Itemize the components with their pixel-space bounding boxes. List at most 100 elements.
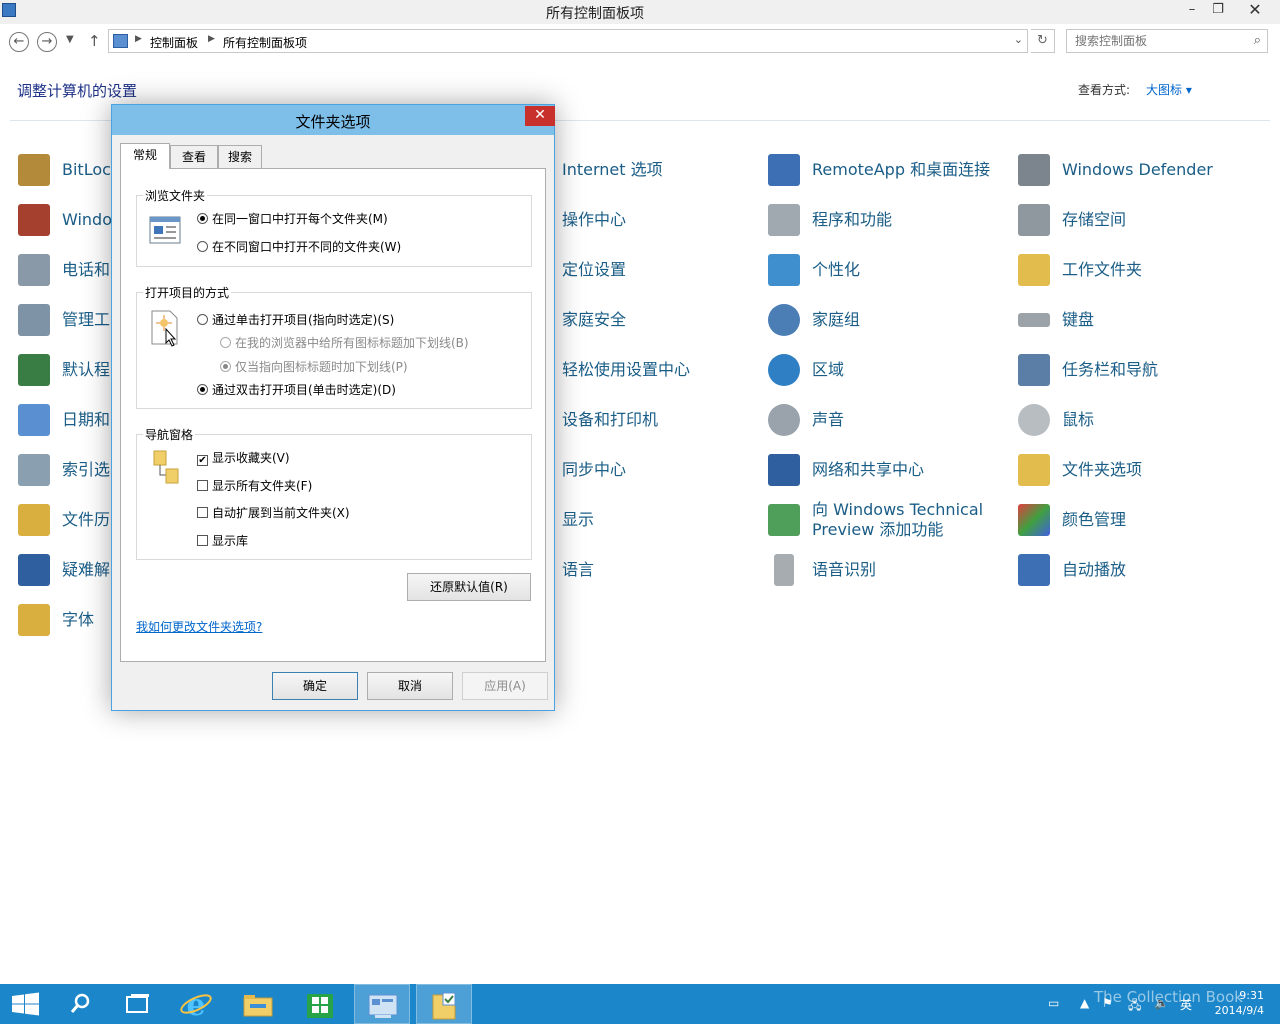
breadcrumb-all-items[interactable]: 所有控制面板项 [223,34,307,51]
ie-icon: e [180,988,212,1023]
auto-expand-checkbox[interactable]: 自动扩展到当前文件夹(X) [197,504,350,521]
close-button[interactable]: ✕ [1232,0,1278,22]
network-icon [768,454,800,486]
view-by-dropdown[interactable]: 大图标 ▾ [1146,81,1192,98]
apply-button[interactable]: 应用(A) [462,672,548,700]
mouse-icon [1018,404,1050,436]
show-all-folders-checkbox[interactable]: 显示所有文件夹(F) [197,477,312,494]
show-favorites-checkbox[interactable]: ✔ 显示收藏夹(V) [197,449,290,466]
up-button[interactable]: ↑ [88,32,101,50]
windows-logo-icon [12,992,39,1016]
default-programs-icon [18,354,50,386]
minimize-button[interactable]: – [1180,0,1204,22]
keyboard-icon [1018,313,1050,327]
open-new-window-radio[interactable]: 在不同窗口中打开不同的文件夹(W) [197,238,401,255]
dialog-title: 文件夹选项 [295,113,371,131]
tab-view[interactable]: 查看 [170,145,218,169]
single-click-radio[interactable]: 通过单击打开项目(指向时选定)(S) [197,311,394,328]
chevron-down-icon[interactable]: ⌄ [1014,33,1023,46]
control-panel-icon [113,34,128,48]
click-items-title: 打开项目的方式 [143,284,232,301]
breadcrumb-control-panel[interactable]: 控制面板 [150,34,198,51]
control-panel-icon [368,994,398,1018]
tab-general[interactable]: 常规 [120,143,170,169]
svg-text:e: e [186,988,205,1023]
calendar-icon [18,404,50,436]
forward-button[interactable]: → [37,32,57,52]
admin-tools-icon [18,304,50,336]
window-icon [149,216,181,244]
taskbar: e ▭ ▲ ⚑ 🖧 🔈 英 9:31 2014/9/4 The Collecti… [0,984,1280,1024]
indexing-icon [18,454,50,486]
browse-folders-group: 浏览文件夹 在同一窗口中打开每个文件夹(M) 在不同窗口中打开不同的文件夹(W) [136,187,532,267]
chevron-right-icon[interactable]: ▶ [135,34,142,44]
show-libraries-checkbox[interactable]: 显示库 [197,532,248,549]
browse-folders-title: 浏览文件夹 [143,187,208,204]
search-taskbar-button[interactable] [52,984,108,1024]
remoteapp-icon [768,154,800,186]
click-cursor-icon [151,310,178,347]
refresh-button[interactable]: ↻ [1031,29,1055,53]
click-items-group: 打开项目的方式 通过单击打开项目(指向时选定)(S) 在我的浏览器中给所有图标标… [136,284,532,409]
homegroup-icon [768,304,800,336]
task-view-icon [126,994,149,1013]
color-management-icon [1018,504,1050,536]
folder-options-dialog: 文件夹选项 ✕ 常规 查看 搜索 浏览文件夹 在同一窗口中打开每个文件夹(M) … [111,104,555,711]
recent-locations-dropdown[interactable]: ▼ [66,34,74,45]
search-icon[interactable]: ⌕ [1254,33,1261,48]
action-center-icon[interactable]: ▭ [1048,996,1059,1010]
cancel-button[interactable]: 取消 [367,672,453,700]
defender-icon [1018,154,1050,186]
window-title: 所有控制面板项 [546,6,644,22]
task-view-button[interactable] [110,984,166,1024]
control-panel-taskbar-button[interactable] [354,984,410,1024]
underline-hover-radio[interactable]: 仅当指向图标标题时加下划线(P) [220,358,408,375]
personalization-icon [768,254,800,286]
storage-icon [1018,204,1050,236]
ok-button[interactable]: 确定 [272,672,358,700]
dialog-close-button[interactable]: ✕ [525,106,555,126]
store-button[interactable] [292,984,348,1024]
folder-options-taskbar-button[interactable] [416,984,472,1024]
tab-search[interactable]: 搜索 [218,145,262,169]
folders-icon [153,450,179,484]
folder-icon [243,995,273,1017]
search-input[interactable] [1067,30,1237,52]
troubleshoot-icon [18,554,50,586]
search-box[interactable]: ⌕ [1066,29,1268,53]
open-same-window-radio[interactable]: 在同一窗口中打开每个文件夹(M) [197,210,388,227]
store-icon [307,994,333,1018]
navigation-pane-group: 导航窗格 ✔ 显示收藏夹(V) 显示所有文件夹(F) 自动扩展到当前文件夹(X) … [136,426,532,560]
file-explorer-button[interactable] [230,984,286,1024]
work-folders-icon [1018,254,1050,286]
page-title: 调整计算机的设置 [17,82,138,100]
globe-icon [768,354,800,386]
chevron-right-icon[interactable]: ▶ [208,34,215,44]
general-tab-panel: 浏览文件夹 在同一窗口中打开每个文件夹(M) 在不同窗口中打开不同的文件夹(W)… [120,168,546,662]
start-button[interactable] [0,984,56,1024]
restore-defaults-button[interactable]: 还原默认值(R) [407,573,531,601]
file-history-icon [18,504,50,536]
watermark-text: The Collection Book [1094,988,1243,1006]
navigation-bar: ← → ▼ ↑ ▶ 控制面板 ▶ 所有控制面板项 ⌄ ↻ ⌕ [0,26,1280,56]
folder-options-icon [1018,454,1050,486]
dialog-titlebar[interactable]: 文件夹选项 [112,105,554,135]
programs-icon [768,204,800,236]
speaker-icon [768,404,800,436]
fonts-icon [18,604,50,636]
address-bar[interactable]: ▶ 控制面板 ▶ 所有控制面板项 ⌄ [108,29,1028,53]
magnifier-icon [70,993,90,1013]
back-button[interactable]: ← [9,32,29,52]
phone-icon [18,254,50,286]
internet-explorer-button[interactable]: e [168,984,224,1024]
underline-always-radio[interactable]: 在我的浏览器中给所有图标标题加下划线(B) [220,334,469,351]
show-hidden-icons-chevron-up-icon[interactable]: ▲ [1080,996,1089,1010]
double-click-radio[interactable]: 通过双击打开项目(单击时选定)(D) [197,381,396,398]
firewall-icon [18,204,50,236]
bitlocker-icon [18,154,50,186]
help-link[interactable]: 我如何更改文件夹选项? [136,618,262,635]
add-features-icon [768,504,800,536]
maximize-button[interactable]: ❐ [1206,0,1230,22]
view-by-label: 查看方式: [1078,83,1131,97]
microphone-icon [774,554,794,586]
